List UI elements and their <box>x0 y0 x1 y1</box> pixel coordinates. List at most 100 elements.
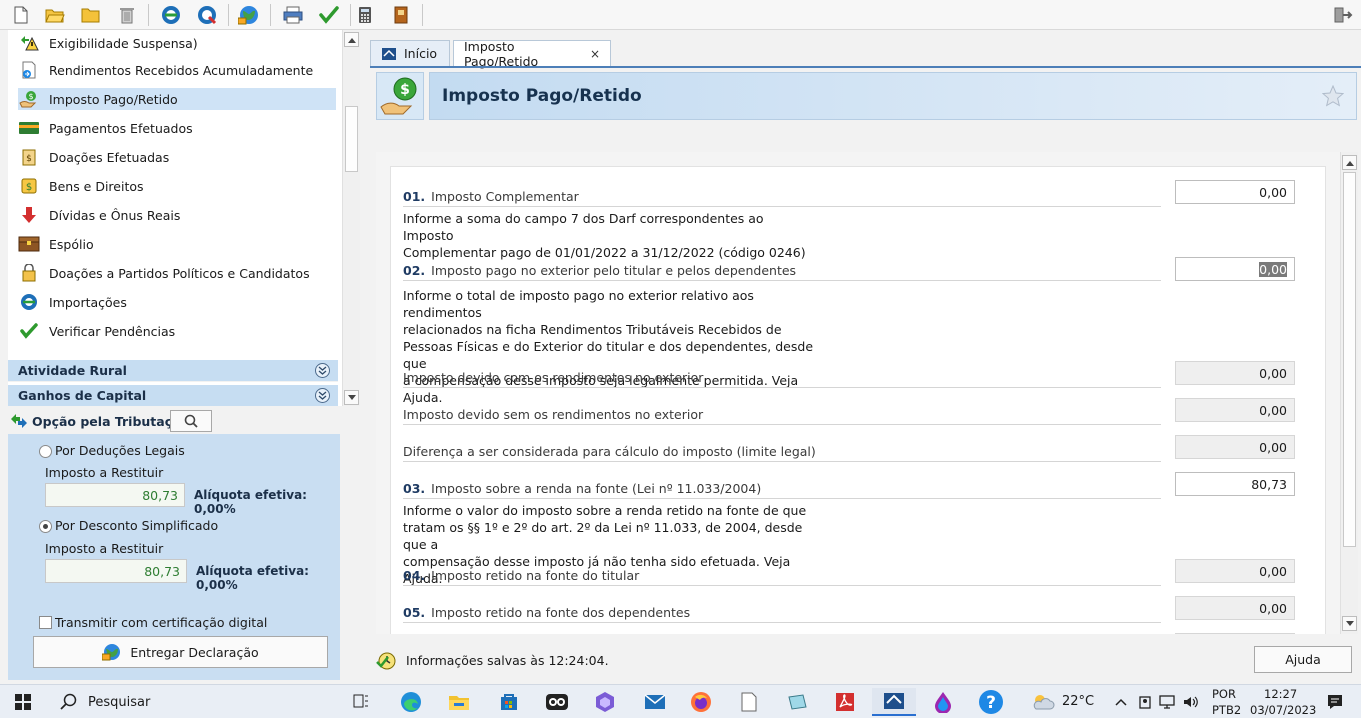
form-scrollbar[interactable] <box>1340 152 1358 634</box>
edge-icon[interactable] <box>396 688 426 716</box>
star-icon[interactable] <box>1321 84 1345 112</box>
pdf-icon[interactable] <box>830 688 860 716</box>
tab-imposto-pago[interactable]: Imposto Pago/Retido × <box>453 39 611 69</box>
sidebar-item-dividas[interactable]: Dívidas e Ônus Reais <box>18 204 336 226</box>
notification-icon[interactable] <box>1320 688 1350 716</box>
radio-deducoes-legais[interactable] <box>39 445 52 458</box>
transmit-label: Transmitir com certificação digital <box>55 615 268 630</box>
help-icon[interactable]: ? <box>976 688 1006 716</box>
folder-icon[interactable] <box>78 3 104 27</box>
irpf-app-icon[interactable] <box>872 688 916 716</box>
receitanet-icon[interactable] <box>158 3 184 27</box>
page-icon: $ <box>376 72 424 120</box>
sidebar-item-pagamentos[interactable]: Pagamentos Efetuados <box>18 117 336 139</box>
entregar-declaracao-button[interactable]: Entregar Declaração <box>33 636 328 668</box>
network-icon[interactable] <box>1156 688 1178 716</box>
readonly-devido-com: 0,00 <box>1175 361 1295 385</box>
double-chevron-down-icon[interactable] <box>315 363 330 378</box>
document-arrow-icon <box>18 60 40 80</box>
scroll-down-icon[interactable] <box>1342 616 1357 631</box>
sidebar-item-label: Importações <box>49 294 127 310</box>
sidebar-item-label: Dívidas e Ônus Reais <box>49 207 181 223</box>
sidebar-item-bens[interactable]: $ Bens e Direitos <box>18 175 336 197</box>
sidebar-item-imposto-pago[interactable]: $ Imposto Pago/Retido <box>18 88 336 110</box>
double-chevron-down-icon[interactable] <box>315 388 330 403</box>
input-imposto-exterior[interactable]: 0,00 <box>1175 257 1295 281</box>
open-folder-icon[interactable] <box>42 3 68 27</box>
import-icon <box>18 292 40 312</box>
scroll-thumb[interactable] <box>1343 172 1356 547</box>
book-icon[interactable] <box>388 3 414 27</box>
input-imposto-complementar[interactable]: 0,00 <box>1175 180 1295 204</box>
calculator-icon[interactable] <box>352 3 378 27</box>
status-text: Informações salvas às 12:24:04. <box>406 652 609 668</box>
blank-document-icon[interactable] <box>734 688 764 716</box>
volume-icon[interactable] <box>1180 688 1202 716</box>
sidebar-item-exigibilidade[interactable]: Exigibilidade Suspensa) <box>18 32 336 54</box>
firefox-icon[interactable] <box>686 688 716 716</box>
tributacao-panel: Por Deduções Legais Imposto a Restituir … <box>8 434 340 680</box>
sidebar-item-doacoes[interactable]: $ Doações Efetuadas <box>18 146 336 168</box>
clock-time[interactable]: 12:27 <box>1264 687 1297 701</box>
close-icon[interactable]: × <box>590 47 600 61</box>
scroll-thumb[interactable] <box>345 106 358 172</box>
chevron-up-icon[interactable] <box>1110 688 1132 716</box>
windows-start-icon[interactable] <box>8 688 38 716</box>
sidebar-nav: Exigibilidade Suspensa) Rendimentos Rece… <box>8 30 360 407</box>
home-icon <box>381 47 397 61</box>
section-atividade-rural[interactable]: Atividade Rural <box>8 360 338 382</box>
task-view-icon[interactable] <box>346 688 376 716</box>
tab-inicio[interactable]: Início <box>370 40 450 66</box>
notes-icon[interactable] <box>782 688 812 716</box>
taskbar: Pesquisar ? 22°C POR PTB2 12:27 03/07/20… <box>0 684 1361 718</box>
input-imposto-fonte-lei[interactable]: 80,73 <box>1175 472 1295 496</box>
section-ganhos-capital[interactable]: Ganhos de Capital <box>8 385 338 407</box>
sidebar-item-label: Imposto Pago/Retido <box>49 91 178 107</box>
globe-icon[interactable] <box>236 3 262 27</box>
aliquota-simplificado: Alíquota efetiva: 0,00% <box>196 564 309 592</box>
scroll-up-icon[interactable] <box>344 32 359 47</box>
lang-secondary[interactable]: PTB2 <box>1212 703 1241 717</box>
down-arrow-icon <box>18 205 40 225</box>
sidebar-item-label: Bens e Direitos <box>49 178 144 194</box>
meeting-icon[interactable] <box>1134 688 1156 716</box>
svg-text:$: $ <box>400 82 410 98</box>
search-button[interactable] <box>170 410 212 432</box>
form-card: 01. Imposto Complementar 0,00 Informe a s… <box>390 166 1326 634</box>
clock-date[interactable]: 03/07/2023 <box>1250 703 1316 717</box>
svg-text:$: $ <box>28 92 33 101</box>
paint-drop-icon[interactable] <box>928 688 958 716</box>
sidebar-item-rra[interactable]: Rendimentos Recebidos Acumuladamente <box>18 59 336 81</box>
tripadvisor-icon[interactable] <box>542 688 572 716</box>
new-file-icon[interactable] <box>8 3 34 27</box>
help-button[interactable]: Ajuda <box>1254 646 1352 673</box>
page-title: Imposto Pago/Retido <box>442 86 642 106</box>
check-icon[interactable] <box>316 3 342 27</box>
taskbar-search[interactable]: Pesquisar <box>48 688 338 716</box>
store-icon[interactable] <box>494 688 524 716</box>
row-02: 02. Imposto pago no exterior pelo titular… <box>403 259 1161 281</box>
file-explorer-icon[interactable] <box>444 688 474 716</box>
sidebar-item-pendencias[interactable]: Verificar Pendências <box>18 320 336 342</box>
receitanet-alt-icon[interactable] <box>194 3 220 27</box>
lock-icon <box>18 263 40 283</box>
scroll-down-icon[interactable] <box>344 390 359 405</box>
print-icon[interactable] <box>280 3 306 27</box>
sidebar-scrollbar[interactable] <box>342 30 360 406</box>
sidebar-item-espolio[interactable]: Espólio <box>18 233 336 255</box>
search-placeholder: Pesquisar <box>88 694 151 710</box>
option-simplificado-label: Por Desconto Simplificado <box>55 518 219 533</box>
exit-icon[interactable] <box>1330 3 1356 27</box>
transmit-checkbox[interactable] <box>39 616 52 629</box>
aliquota-deducoes: Alíquota efetiva: 0,00% <box>194 488 307 516</box>
lang-primary[interactable]: POR <box>1212 687 1236 701</box>
trash-icon[interactable] <box>114 3 140 27</box>
scroll-up-icon[interactable] <box>1342 155 1357 170</box>
weather-icon <box>1028 688 1058 716</box>
copilot-icon[interactable] <box>590 688 620 716</box>
sidebar-item-importacoes[interactable]: Importações <box>18 291 336 313</box>
radio-desconto-simplificado[interactable] <box>39 520 52 533</box>
sidebar-item-partidos[interactable]: Doações a Partidos Políticos e Candidato… <box>18 262 336 284</box>
row-01: 01. Imposto Complementar <box>403 185 1161 207</box>
mail-icon[interactable] <box>640 688 670 716</box>
